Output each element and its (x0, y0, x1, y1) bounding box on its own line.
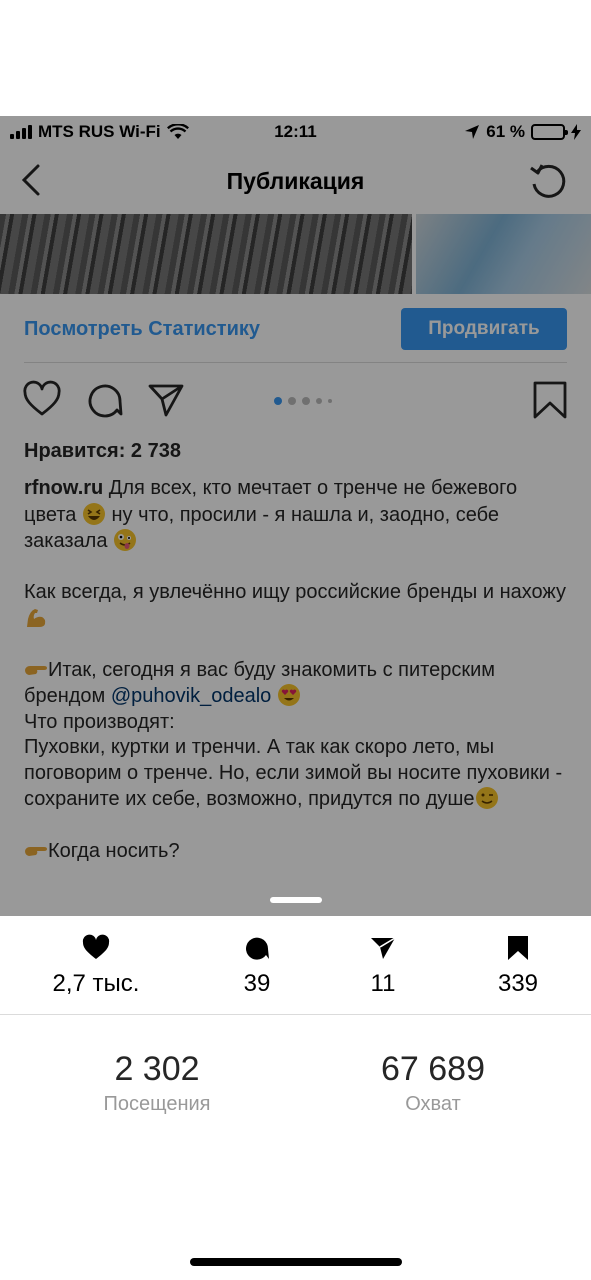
likes-count[interactable]: Нравится: 2 738 (24, 440, 181, 463)
sheet-drag-handle[interactable] (270, 897, 322, 903)
bookmark-icon[interactable] (530, 380, 570, 420)
carousel-indicator (274, 397, 332, 405)
battery-percent: 61 % (486, 122, 525, 141)
pointing-hand-emoji-icon (25, 846, 47, 856)
post-screen: MTS RUS Wi-Fi 12:11 61 % Публикация Посм… (0, 0, 591, 916)
caption-text: Когда носить? (48, 839, 180, 862)
carousel-dot (288, 397, 296, 405)
carousel-dot (274, 397, 282, 405)
stat-comments: 39 (197, 934, 317, 998)
reach-value: 67 689 (381, 1050, 485, 1088)
location-icon (465, 125, 480, 139)
charging-icon (571, 124, 581, 140)
visits-label: Посещения (103, 1093, 211, 1115)
heart-eyes-emoji-icon (277, 684, 300, 706)
battery-icon (531, 124, 568, 140)
carousel-dot (302, 397, 310, 405)
post-photo-next[interactable] (416, 214, 591, 294)
view-insights-link[interactable]: Посмотреть Статистику (24, 318, 260, 341)
divider (24, 362, 567, 363)
caption-text: Как всегда, я увлечённо ищу российские б… (24, 580, 567, 603)
post-actions-bar (0, 380, 591, 424)
caption-paragraph: Как всегда, я увлечённо ищу российские б… (24, 580, 569, 632)
comment-icon[interactable] (84, 380, 124, 420)
post-caption: rfnow.ru Для всех, кто мечтает о тренче … (24, 476, 569, 864)
reach-label: Охват (405, 1093, 461, 1115)
reach-metric: 67 689 Охват (313, 1050, 553, 1116)
pointing-hand-emoji-icon (25, 665, 47, 675)
stat-likes: 2,7 тыс. (36, 934, 156, 998)
promote-button[interactable]: Продвигать (401, 308, 567, 350)
winking-face-emoji-icon (475, 787, 498, 809)
caption-paragraph: rfnow.ru Для всех, кто мечтает о тренче … (24, 476, 569, 555)
comment-icon (246, 937, 269, 960)
caption-paragraph: Когда носить? (24, 838, 569, 865)
visits-metric: 2 302 Посещения (37, 1050, 277, 1116)
post-photo-strip[interactable] (0, 214, 591, 294)
share-send-icon[interactable] (146, 380, 186, 420)
carousel-dot (328, 399, 332, 403)
stat-likes-value: 2,7 тыс. (52, 970, 140, 997)
visits-value: 2 302 (114, 1050, 200, 1088)
flexed-biceps-emoji-icon (27, 609, 46, 627)
stat-comments-value: 39 (243, 970, 271, 997)
brand-mention-link[interactable]: @puhovik_odealo (111, 685, 271, 707)
caption-paragraph: Пуховки, куртки и тренчи. А так как скор… (24, 735, 569, 813)
carousel-dot (316, 398, 322, 404)
divider (0, 1014, 591, 1015)
laughing-emoji-icon (82, 502, 105, 525)
caption-paragraph: Итак, сегодня я вас буду знакомить с пит… (24, 657, 569, 736)
status-bar: MTS RUS Wi-Fi 12:11 61 % (0, 116, 591, 148)
refresh-icon[interactable] (527, 160, 569, 202)
caption-username[interactable]: rfnow.ru (24, 477, 103, 499)
stat-saves-value: 339 (497, 970, 539, 997)
interaction-stats: 2,7 тыс. 39 11 339 (0, 916, 591, 1014)
bookmark-icon (508, 936, 528, 960)
caption-text: Что производят: (24, 710, 175, 733)
post-photo-main[interactable] (0, 214, 412, 294)
zany-face-emoji-icon (114, 529, 137, 551)
stat-saves: 339 (458, 934, 578, 998)
insights-sheet: 2,7 тыс. 39 11 339 2 302 Посещения 67 68… (0, 916, 591, 1280)
insights-row: Посмотреть Статистику Продвигать (24, 306, 567, 352)
heart-icon (82, 934, 110, 959)
stat-shares: 11 (323, 934, 443, 998)
stat-shares-value: 11 (370, 970, 396, 997)
home-indicator[interactable] (190, 1258, 402, 1266)
like-heart-icon[interactable] (22, 380, 62, 420)
nav-bar: Публикация (0, 150, 591, 212)
send-icon (371, 937, 396, 959)
battery-group: 61 % (464, 122, 581, 142)
page-title: Публикация (226, 168, 365, 194)
